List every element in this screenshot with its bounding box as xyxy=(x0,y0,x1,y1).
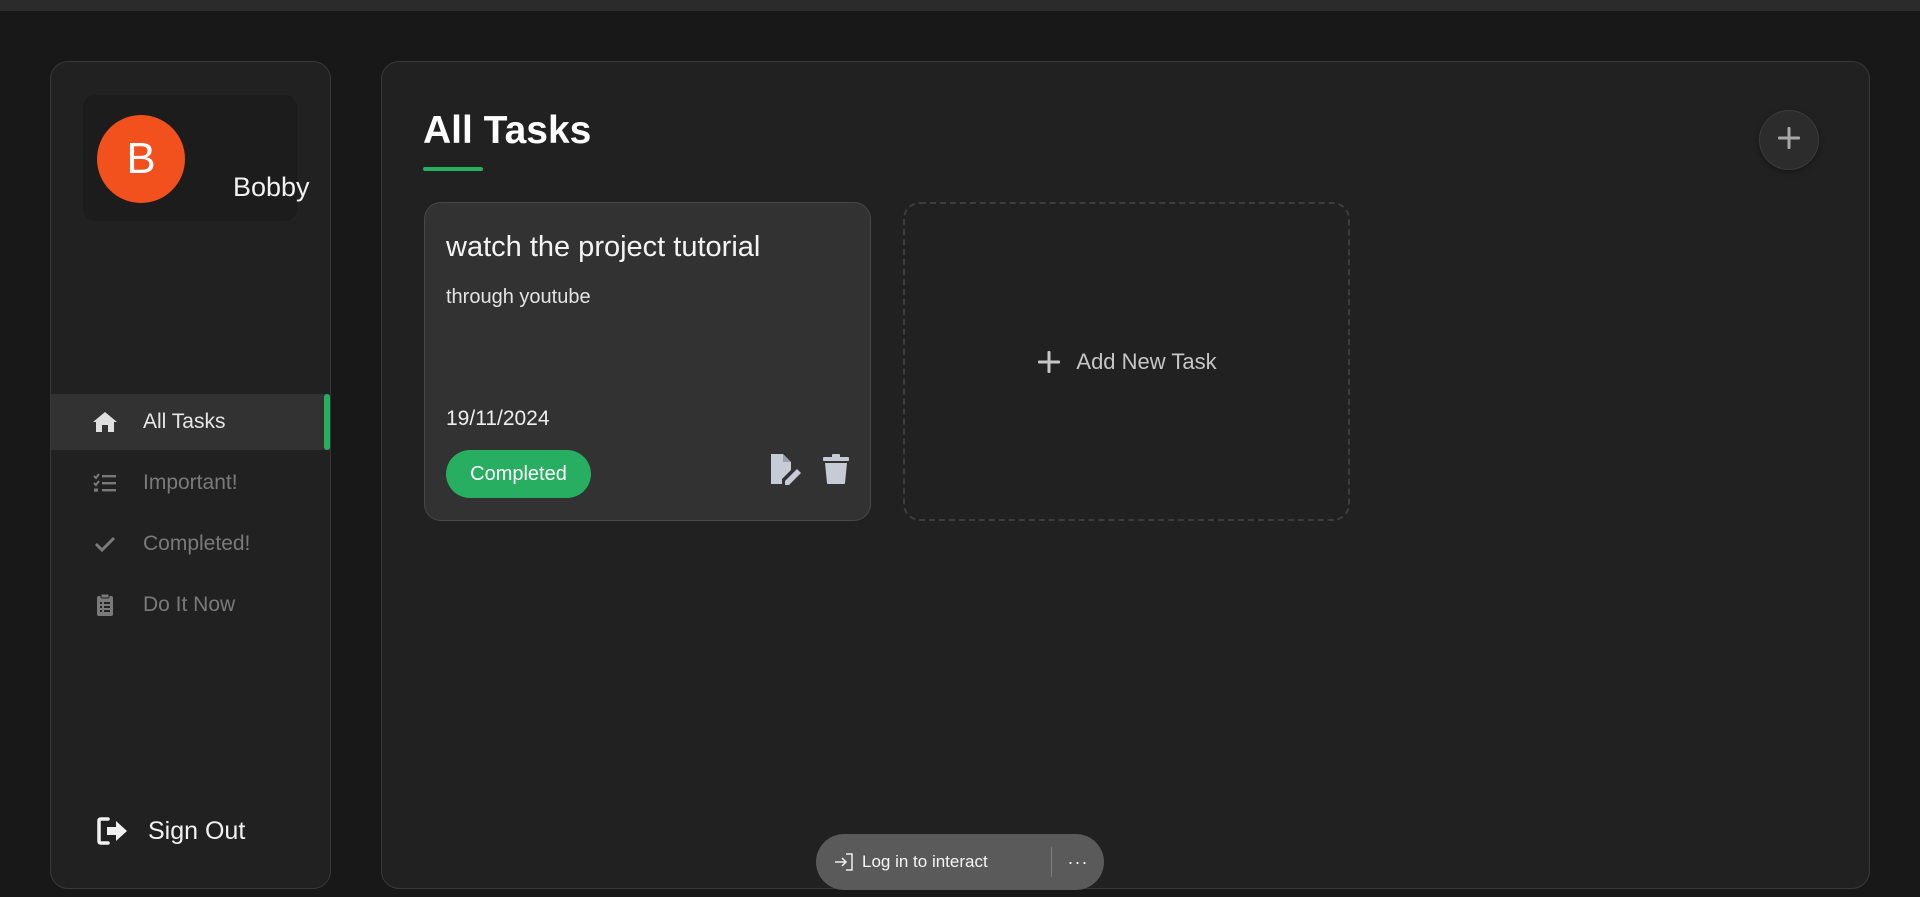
add-new-task-card[interactable]: Add New Task xyxy=(903,202,1350,521)
sidebar-item-all-tasks[interactable]: All Tasks xyxy=(51,394,330,450)
task-date: 19/11/2024 xyxy=(446,407,550,430)
status-badge[interactable]: Completed xyxy=(446,450,591,498)
sidebar-item-label: Completed! xyxy=(143,532,251,555)
plus-icon xyxy=(1036,349,1062,375)
login-label: Log in to interact xyxy=(862,852,988,871)
task-description: through youtube xyxy=(446,286,591,308)
browser-top-strip xyxy=(0,0,1920,11)
add-new-task-label: Add New Task xyxy=(1076,348,1217,374)
trash-icon xyxy=(822,453,850,489)
sidebar-item-label: Important! xyxy=(143,471,238,494)
sign-out-icon xyxy=(96,814,130,848)
edit-task-button[interactable] xyxy=(767,452,805,490)
sidebar-nav: All Tasks Important! Completed! Do It No… xyxy=(51,394,332,638)
title-underline xyxy=(423,167,483,171)
sidebar: B Bobby All Tasks Important! Completed! … xyxy=(50,61,331,889)
sidebar-item-important[interactable]: Important! xyxy=(51,455,330,511)
sign-out-label: Sign Out xyxy=(148,816,246,845)
checklist-icon xyxy=(91,469,119,497)
check-icon xyxy=(91,530,119,558)
sidebar-item-do-it-now[interactable]: Do It Now xyxy=(51,577,330,633)
add-task-button[interactable] xyxy=(1759,110,1819,170)
delete-task-button[interactable] xyxy=(819,452,853,490)
plus-icon xyxy=(1776,125,1802,155)
task-title: watch the project tutorial xyxy=(446,231,761,263)
sidebar-item-label: All Tasks xyxy=(143,410,226,433)
login-to-interact-button[interactable]: Log in to interact xyxy=(816,852,1051,872)
avatar[interactable]: B xyxy=(97,115,185,203)
home-icon xyxy=(91,408,119,436)
main-panel: All Tasks watch the project tutorial thr… xyxy=(381,61,1870,889)
sign-out-button[interactable]: Sign Out xyxy=(96,814,245,848)
more-options-button[interactable]: ··· xyxy=(1052,852,1104,873)
sidebar-item-completed[interactable]: Completed! xyxy=(51,516,330,572)
task-card: watch the project tutorial through youtu… xyxy=(424,202,871,521)
floating-login-bar: Log in to interact ··· xyxy=(816,834,1104,890)
username: Bobby xyxy=(233,172,310,202)
sidebar-item-label: Do It Now xyxy=(143,593,236,616)
edit-document-icon xyxy=(768,452,804,490)
clipboard-icon xyxy=(91,591,119,619)
login-icon xyxy=(834,853,854,871)
page-title: All Tasks xyxy=(423,109,592,152)
profile-card[interactable]: B Bobby xyxy=(83,95,310,221)
